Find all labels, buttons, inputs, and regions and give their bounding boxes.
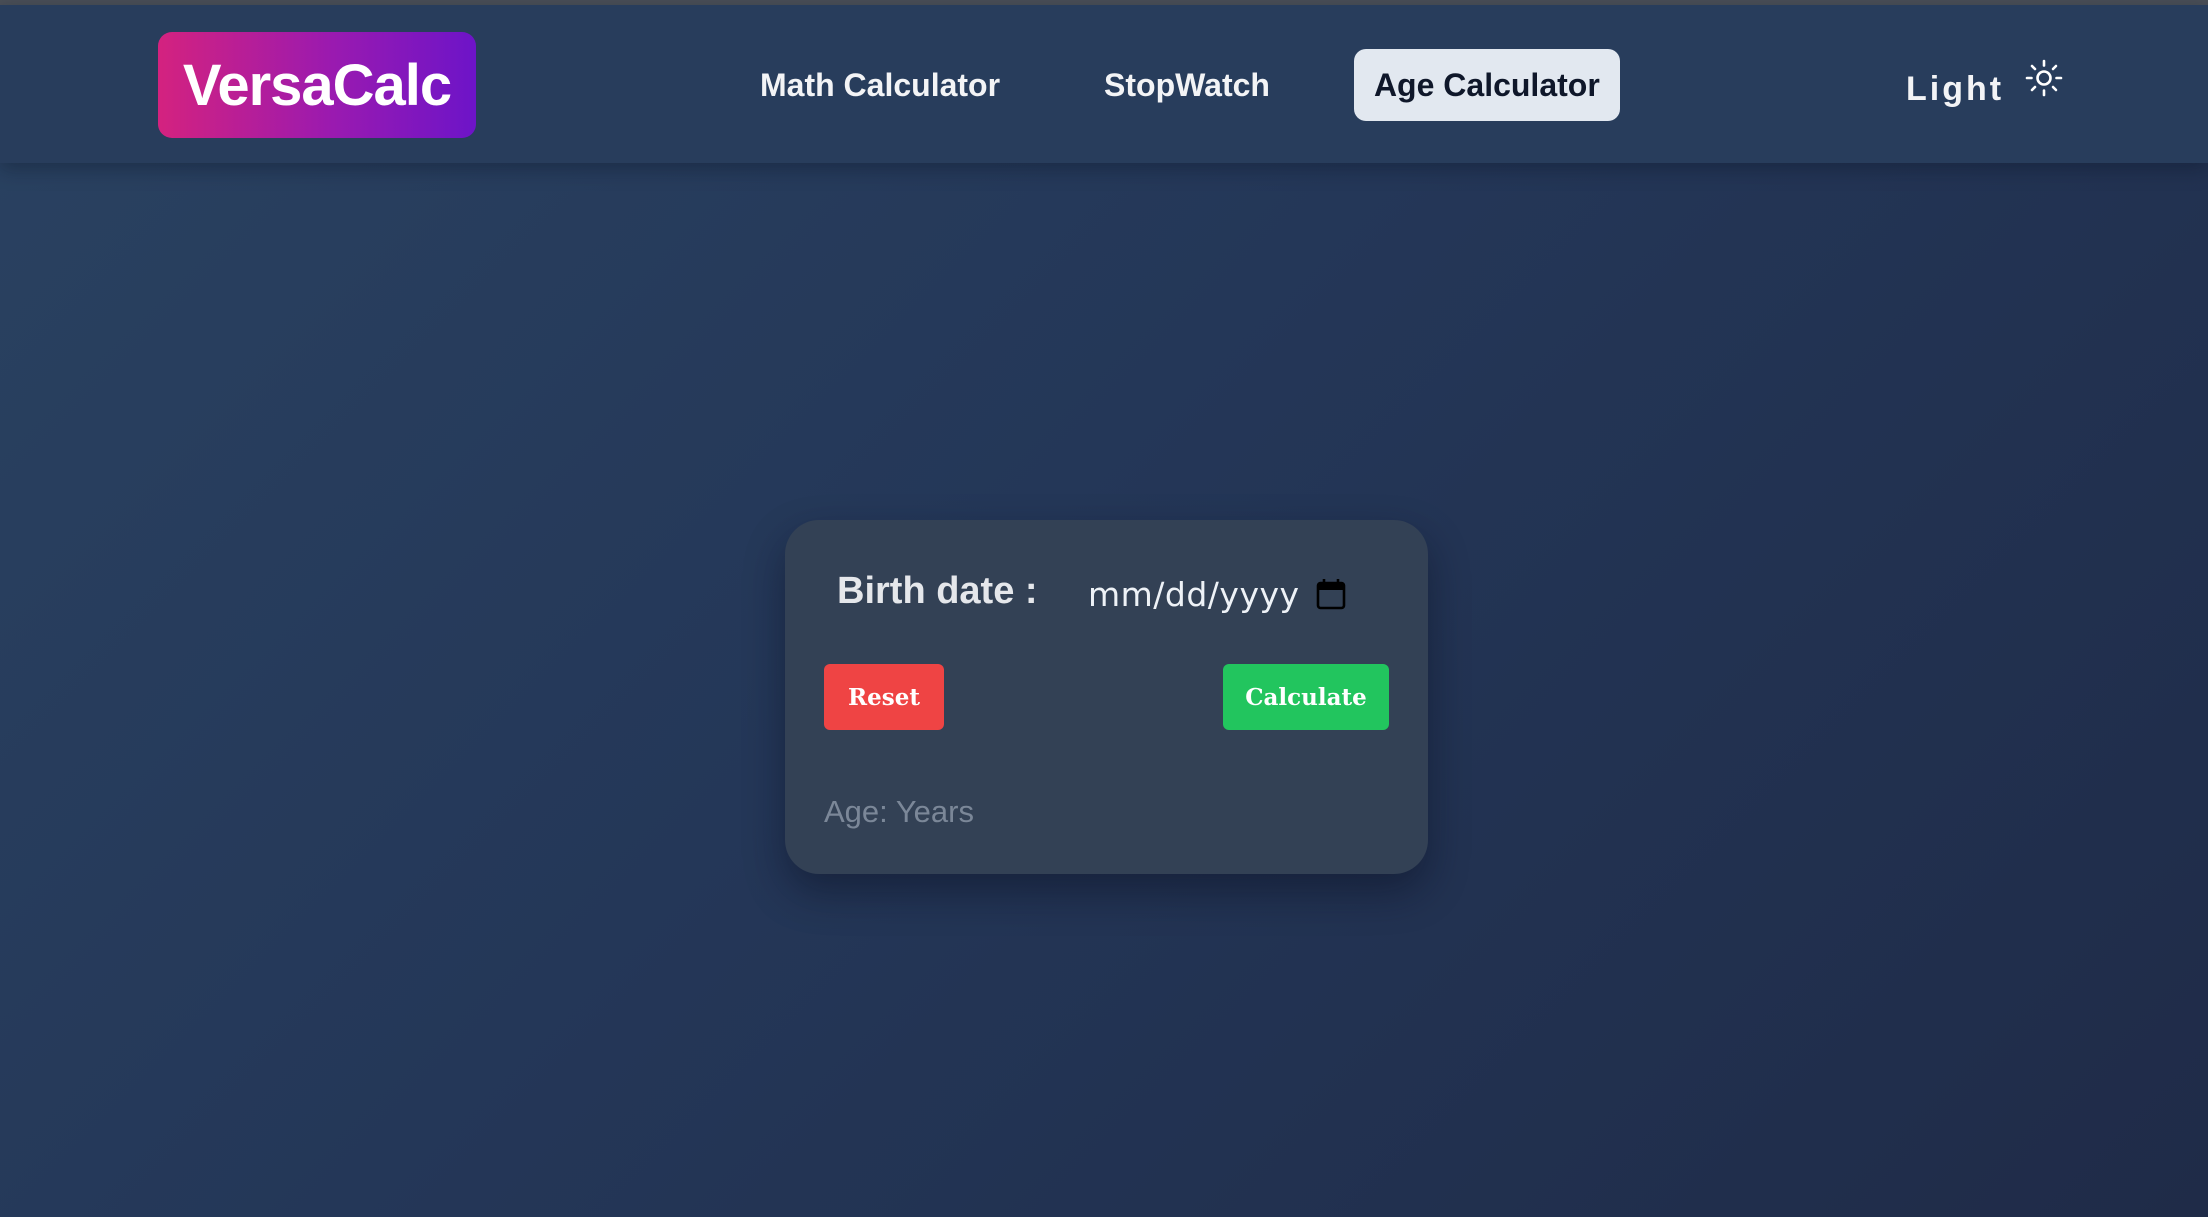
age-calculator-card: Birth date : mm/dd/yyyy Reset Calculate … <box>785 520 1428 874</box>
navbar: VersaCalc Math Calculator StopWatch Age … <box>0 5 2208 163</box>
birth-date-input[interactable]: mm/dd/yyyy <box>1088 564 1388 624</box>
theme-toggle[interactable]: Light <box>1906 59 2064 119</box>
calendar-icon[interactable] <box>1316 578 1346 610</box>
main-nav: Math Calculator StopWatch Age Calculator <box>740 49 1620 121</box>
nav-math-calculator[interactable]: Math Calculator <box>740 49 1020 121</box>
calculate-button[interactable]: Calculate <box>1223 664 1389 730</box>
nav-stopwatch[interactable]: StopWatch <box>1084 49 1290 121</box>
nav-age-calculator[interactable]: Age Calculator <box>1353 49 1620 121</box>
birth-date-label: Birth date : <box>837 570 1038 612</box>
theme-toggle-label: Light <box>1906 69 2005 108</box>
app-logo[interactable]: VersaCalc <box>158 32 476 138</box>
sun-icon[interactable] <box>2024 58 2064 98</box>
birth-date-placeholder: mm/dd/yyyy <box>1088 574 1300 614</box>
reset-button[interactable]: Reset <box>824 664 944 730</box>
age-result: Age: Years <box>824 794 974 829</box>
